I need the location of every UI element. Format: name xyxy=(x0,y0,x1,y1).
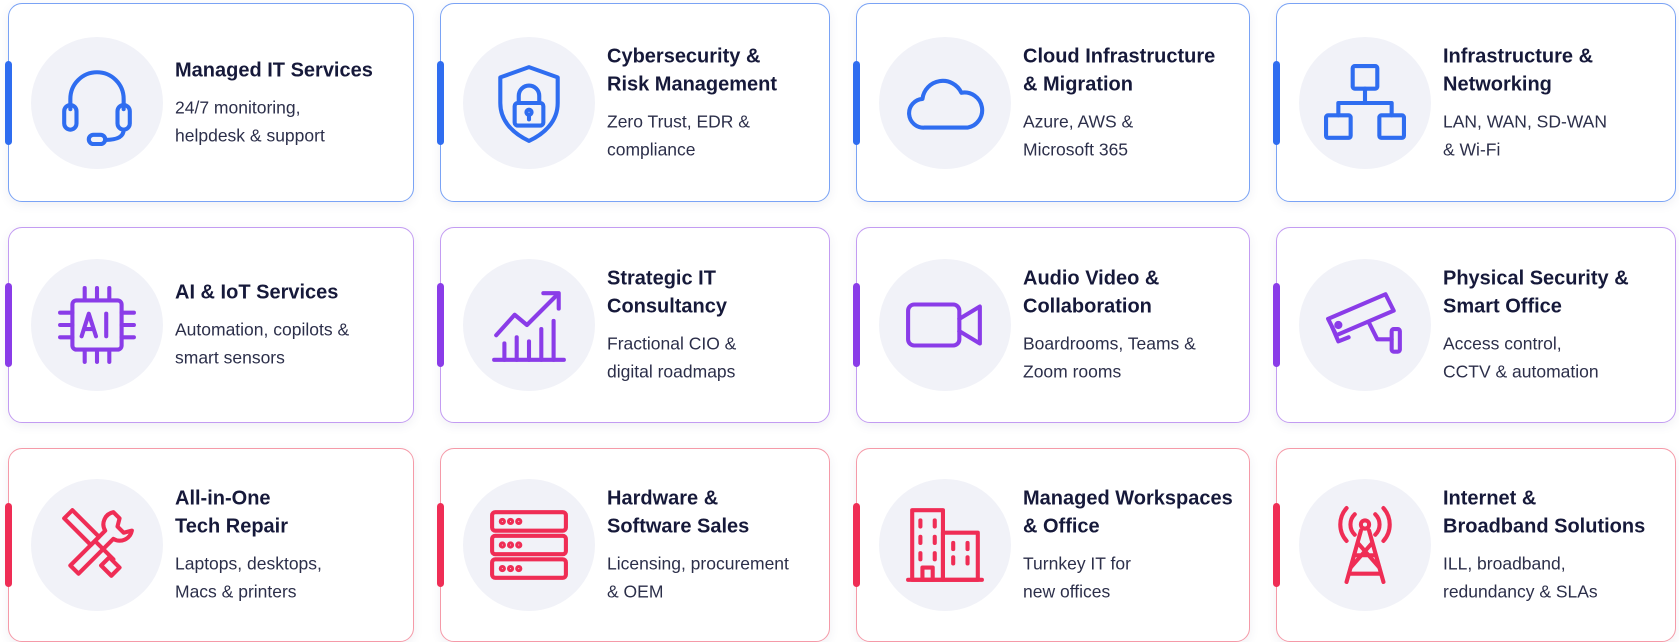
service-title: All-in-One Tech Repair xyxy=(175,487,288,538)
service-title: Managed Workspaces & Office xyxy=(1023,487,1233,538)
icon-circle xyxy=(879,259,1011,391)
card-accent-bar xyxy=(853,60,860,145)
card-accent-bar xyxy=(5,283,12,367)
card-accent-bar xyxy=(1273,283,1280,367)
service-title: Audio Video & Collaboration xyxy=(1023,267,1160,318)
service-card-ai-iot[interactable]: AI & IoT Services Automation, copilots &… xyxy=(5,227,414,423)
cloud-icon xyxy=(907,78,985,130)
service-title: Cloud Infrastructure & Migration xyxy=(1023,45,1216,95)
card-accent-bar xyxy=(5,60,12,145)
network-icon xyxy=(1324,63,1406,140)
icon-circle xyxy=(1299,259,1431,391)
radio-tower-icon xyxy=(1338,506,1392,584)
cctv-camera-icon xyxy=(1326,292,1402,354)
service-card-audio-video[interactable]: Audio Video & Collaboration Boardrooms, … xyxy=(853,227,1250,423)
service-title: Strategic IT Consultancy xyxy=(607,267,728,318)
service-card-hardware-software[interactable]: Hardware & Software Sales Licensing, pro… xyxy=(437,448,830,642)
office-building-icon xyxy=(906,508,984,582)
service-title: Infrastructure & Networking xyxy=(1443,45,1594,95)
service-description: 24/7 monitoring, helpdesk & support xyxy=(175,97,325,145)
icon-circle xyxy=(31,479,163,611)
service-card-workspaces[interactable]: Managed Workspaces & Office Turnkey IT f… xyxy=(853,448,1250,642)
service-description: Azure, AWS & Microsoft 365 xyxy=(1023,111,1134,159)
service-card-cybersecurity[interactable]: Cybersecurity & Risk Management Zero Tru… xyxy=(437,3,830,202)
service-title: AI & IoT Services xyxy=(175,281,339,304)
service-title: Physical Security & Smart Office xyxy=(1443,267,1629,318)
shield-lock-icon xyxy=(498,64,560,143)
service-description: Automation, copilots & smart sensors xyxy=(175,319,350,368)
service-title: Managed IT Services xyxy=(175,59,373,81)
card-accent-bar xyxy=(853,503,860,587)
service-card-strategic[interactable]: Strategic IT Consultancy Fractional CIO … xyxy=(437,227,830,423)
icon-circle xyxy=(463,259,595,391)
service-card-physical-security[interactable]: Physical Security & Smart Office Access … xyxy=(1273,227,1676,423)
service-description: Licensing, procurement & OEM xyxy=(607,553,789,602)
card-accent-bar xyxy=(853,283,860,367)
service-description: ILL, broadband, redundancy & SLAs xyxy=(1443,553,1598,602)
service-title: Hardware & Software Sales xyxy=(607,487,750,538)
service-card-managed-it[interactable]: Managed IT Services 24/7 monitoring, hel… xyxy=(5,3,414,202)
ai-chip-icon xyxy=(58,286,136,364)
service-card-cloud[interactable]: Cloud Infrastructure & Migration Azure, … xyxy=(853,3,1250,202)
icon-circle xyxy=(1299,36,1431,169)
service-card-tech-repair[interactable]: All-in-One Tech Repair Laptops, desktops… xyxy=(5,448,414,642)
service-description: Zero Trust, EDR & compliance xyxy=(607,111,750,159)
service-description: Boardrooms, Teams & Zoom rooms xyxy=(1023,333,1196,382)
service-card-internet-broadband[interactable]: Internet & Broadband Solutions ILL, broa… xyxy=(1273,448,1676,642)
icon-circle xyxy=(1299,479,1431,611)
service-description: Turnkey IT for new offices xyxy=(1023,553,1131,602)
icon-circle xyxy=(31,36,163,169)
tools-icon xyxy=(62,508,134,578)
headset-icon xyxy=(62,69,132,146)
icon-circle xyxy=(31,259,163,391)
card-accent-bar xyxy=(1273,503,1280,587)
service-description: Laptops, desktops, Macs & printers xyxy=(175,553,322,602)
icon-circle xyxy=(879,36,1011,169)
growth-chart-icon xyxy=(492,291,566,362)
icon-circle xyxy=(879,479,1011,611)
card-accent-bar xyxy=(437,503,444,587)
video-camera-icon xyxy=(906,302,982,348)
card-accent-bar xyxy=(1273,60,1280,145)
icon-circle xyxy=(463,36,595,169)
service-title: Internet & Broadband Solutions xyxy=(1443,487,1646,538)
icon-circle xyxy=(463,479,595,611)
card-accent-bar xyxy=(437,60,444,145)
service-description: Access control, CCTV & automation xyxy=(1443,333,1599,382)
service-title: Cybersecurity & Risk Management xyxy=(607,45,778,95)
service-description: Fractional CIO & digital roadmaps xyxy=(607,333,737,382)
card-accent-bar xyxy=(5,503,12,587)
card-accent-bar xyxy=(437,283,444,367)
service-card-networking[interactable]: Infrastructure & Networking LAN, WAN, SD… xyxy=(1273,3,1676,202)
server-icon xyxy=(490,510,568,580)
service-description: LAN, WAN, SD-WAN & Wi-Fi xyxy=(1443,111,1607,159)
